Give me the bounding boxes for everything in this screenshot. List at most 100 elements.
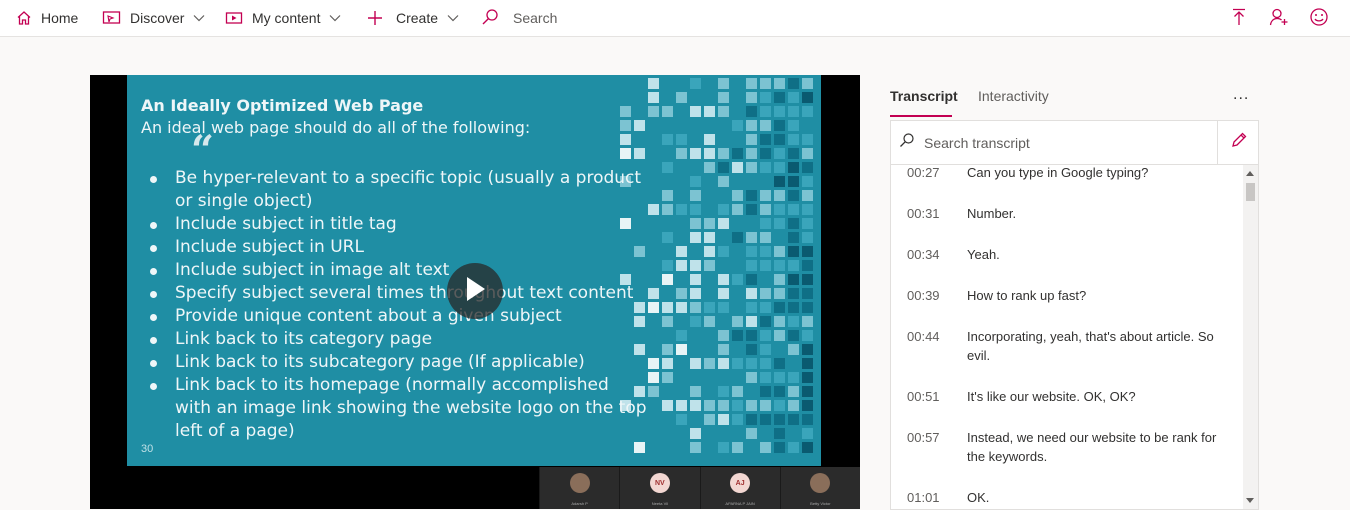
transcript-timestamp: 01:01 bbox=[907, 490, 940, 505]
slide-subtitle: An ideal web page should do all of the f… bbox=[141, 118, 531, 137]
play-button[interactable] bbox=[447, 263, 503, 319]
transcript-text: Instead, we need our website to be rank … bbox=[967, 430, 1217, 464]
mosaic-tile bbox=[662, 162, 673, 173]
mosaic-tile bbox=[802, 92, 813, 103]
mosaic-tile bbox=[760, 218, 771, 229]
mosaic-tile bbox=[788, 302, 799, 313]
mosaic-tile bbox=[788, 162, 799, 173]
transcript-row[interactable]: 00:34 Yeah. bbox=[891, 245, 1243, 264]
mosaic-tile bbox=[774, 176, 785, 187]
video-player[interactable]: An Ideally Optimized Web Page An ideal w… bbox=[90, 75, 860, 509]
mosaic-tile bbox=[690, 316, 701, 327]
mosaic-tile bbox=[760, 232, 771, 243]
mosaic-tile bbox=[718, 400, 729, 411]
mosaic-tile bbox=[634, 148, 645, 159]
tab-transcript[interactable]: Transcript bbox=[890, 88, 958, 104]
mosaic-tile bbox=[774, 414, 785, 425]
nav-search-label: Search bbox=[513, 10, 558, 26]
mosaic-tile bbox=[732, 232, 743, 243]
transcript-row[interactable]: 00:31 Number. bbox=[891, 204, 1243, 223]
transcript-scrollbar[interactable] bbox=[1243, 165, 1258, 509]
mosaic-tile bbox=[676, 330, 687, 341]
mosaic-tile bbox=[788, 204, 799, 215]
mosaic-tile bbox=[760, 344, 771, 355]
nav-home[interactable]: Home bbox=[16, 0, 78, 36]
mosaic-tile bbox=[732, 162, 743, 173]
mosaic-tile bbox=[760, 162, 771, 173]
mosaic-tile bbox=[802, 414, 813, 425]
transcript-row[interactable]: 01:01 OK. bbox=[891, 488, 1243, 507]
mosaic-tile bbox=[732, 274, 743, 285]
mosaic-tile bbox=[774, 288, 785, 299]
mosaic-tile bbox=[802, 148, 813, 159]
transcript-search-placeholder: Search transcript bbox=[924, 134, 1030, 151]
mosaic-tile bbox=[704, 246, 715, 257]
add-person-icon[interactable] bbox=[1268, 6, 1290, 28]
mosaic-tile bbox=[662, 106, 673, 117]
mosaic-tile bbox=[774, 428, 785, 439]
mosaic-tile bbox=[774, 358, 785, 369]
mosaic-tile bbox=[718, 358, 729, 369]
mosaic-tile bbox=[760, 386, 771, 397]
scrollbar-thumb[interactable] bbox=[1246, 183, 1255, 201]
mosaic-tile bbox=[802, 134, 813, 145]
transcript-list[interactable]: 00:27 Can you type in Google typing? 00:31… bbox=[891, 165, 1243, 509]
transcript-row[interactable]: 00:51 It's like our website. OK, OK? bbox=[891, 387, 1243, 406]
mosaic-tile bbox=[802, 78, 813, 89]
mosaic-tile bbox=[704, 400, 715, 411]
scroll-up-arrow-icon[interactable] bbox=[1246, 171, 1254, 176]
mosaic-tile bbox=[704, 358, 715, 369]
mosaic-tile bbox=[746, 274, 757, 285]
mosaic-tile bbox=[662, 274, 673, 285]
tab-interactivity[interactable]: Interactivity bbox=[978, 88, 1049, 104]
edit-transcript-button[interactable] bbox=[1217, 121, 1259, 165]
mosaic-tile bbox=[648, 386, 659, 397]
avatar bbox=[569, 473, 590, 493]
mosaic-tile bbox=[746, 302, 757, 313]
mosaic-tile bbox=[676, 148, 687, 159]
mosaic-tile bbox=[774, 302, 785, 313]
participant-name: Adarsh P bbox=[571, 501, 588, 506]
mosaic-tile bbox=[788, 218, 799, 229]
transcript-timestamp: 00:34 bbox=[907, 247, 940, 262]
nav-my-content-label: My content bbox=[252, 10, 321, 26]
discover-icon bbox=[102, 10, 121, 26]
slide-header: An Ideally Optimized Web Page An ideal w… bbox=[141, 95, 641, 139]
nav-create[interactable]: Create bbox=[367, 0, 459, 36]
transcript-row[interactable]: 00:44 Incorporating, yeah, that's about a… bbox=[891, 327, 1243, 365]
mosaic-tile bbox=[690, 428, 701, 439]
mosaic-tile bbox=[732, 442, 743, 453]
top-nav-bar: Home Discover My content Create Search bbox=[0, 0, 1350, 37]
nav-my-content[interactable]: My content bbox=[225, 0, 341, 36]
mosaic-tile bbox=[718, 302, 729, 313]
nav-discover[interactable]: Discover bbox=[102, 0, 205, 36]
transcript-timestamp: 00:27 bbox=[907, 165, 940, 180]
mosaic-tile bbox=[648, 302, 659, 313]
mosaic-tile bbox=[760, 302, 771, 313]
transcript-timestamp: 00:31 bbox=[907, 206, 940, 221]
mosaic-tile bbox=[648, 358, 659, 369]
mosaic-tile bbox=[690, 148, 701, 159]
mosaic-tile bbox=[760, 78, 771, 89]
mosaic-tile bbox=[802, 358, 813, 369]
mosaic-tile bbox=[690, 190, 701, 201]
mosaic-tile bbox=[704, 134, 715, 145]
transcript-row[interactable]: 00:57 Instead, we need our website to be … bbox=[891, 428, 1243, 466]
nav-create-label: Create bbox=[396, 10, 439, 26]
mosaic-tile bbox=[788, 92, 799, 103]
mosaic-tile bbox=[704, 148, 715, 159]
scroll-down-arrow-icon[interactable] bbox=[1246, 498, 1254, 503]
mosaic-tile bbox=[732, 358, 743, 369]
mosaic-tile bbox=[788, 330, 799, 341]
mosaic-tile bbox=[746, 148, 757, 159]
mosaic-tile bbox=[648, 78, 659, 89]
transcript-search-input[interactable]: Search transcript bbox=[891, 121, 1217, 165]
feedback-smiley-icon[interactable] bbox=[1308, 6, 1330, 28]
transcript-row[interactable]: 00:39 How to rank up fast? bbox=[891, 286, 1243, 305]
mosaic-tile bbox=[802, 330, 813, 341]
nav-search[interactable]: Search bbox=[481, 0, 557, 36]
transcript-row[interactable]: 00:27 Can you type in Google typing? bbox=[891, 165, 1243, 182]
mosaic-tile bbox=[774, 372, 785, 383]
more-options-button[interactable]: ... bbox=[1233, 86, 1249, 104]
upload-icon[interactable] bbox=[1228, 6, 1250, 28]
